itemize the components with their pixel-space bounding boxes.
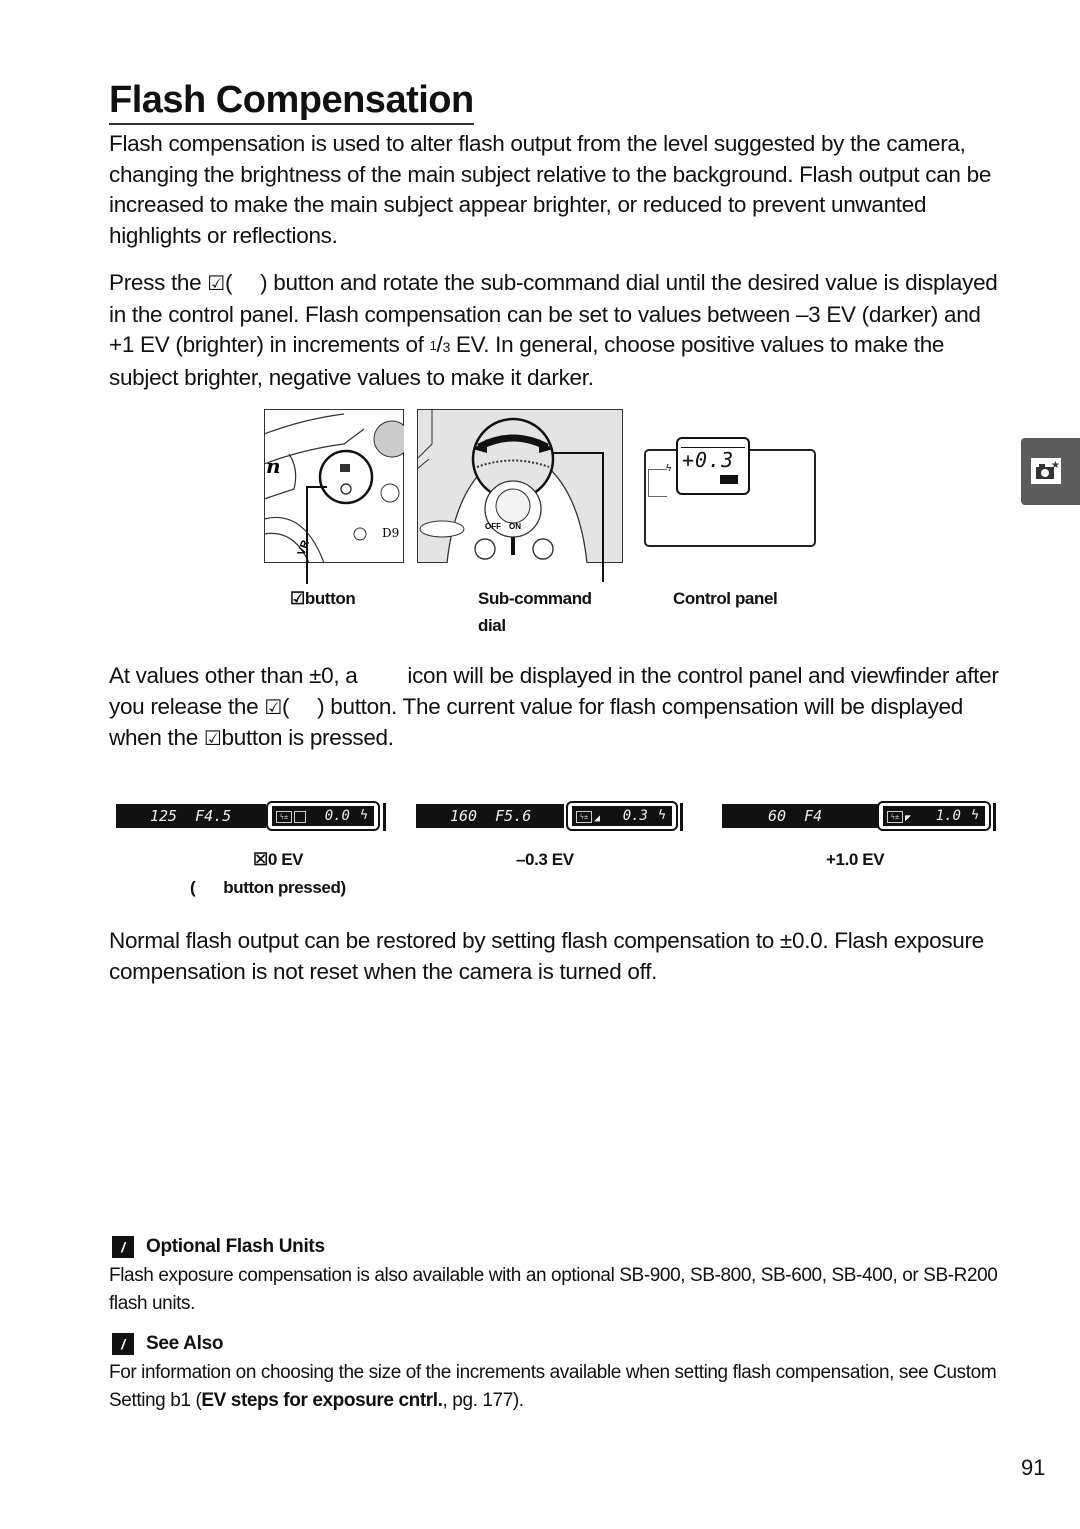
- comp-value: 0.0: [324, 808, 350, 824]
- camera-shooting-icon: ★: [1031, 458, 1061, 484]
- svg-text:D9: D9: [382, 526, 399, 540]
- example-label-1: –0.3 EV: [516, 850, 574, 869]
- note-heading-optional-flash: / Optional Flash Units: [112, 1236, 325, 1258]
- flash-ready-icon: ϟ: [971, 808, 979, 823]
- instructions-paragraph: Press the ☑() button and rotate the sub-…: [109, 270, 998, 391]
- text-run: button is pressed.: [221, 725, 395, 751]
- viewfinder-example-1: 160 F5.6 ϟ± ◢ 0.3 ϟ: [416, 801, 686, 831]
- viewfinder-example-2: 60 F4 ϟ± ◤ 1.0 ϟ: [722, 801, 997, 831]
- note-title: See Also: [146, 1333, 224, 1354]
- aperture: F4: [804, 807, 823, 825]
- intro-paragraph: Flash compensation is used to alter flas…: [109, 131, 992, 249]
- control-panel-highlight: +0.3: [676, 437, 750, 495]
- text-run: (: [190, 878, 196, 897]
- custom-setting-reference[interactable]: EV steps for exposure cntrl.: [201, 1390, 443, 1411]
- comp-value: 0.3: [622, 808, 648, 824]
- svg-text:★: ★: [1051, 460, 1060, 471]
- note-body-see-also: For information on choosing the size of …: [109, 1359, 1019, 1415]
- flash-ready-icon: ϟ: [658, 808, 666, 823]
- note-title: Optional Flash Units: [146, 1236, 325, 1257]
- note-body-optional-flash: Flash exposure compensation is also avai…: [109, 1265, 998, 1314]
- button-leader-line: [306, 486, 327, 584]
- flash-comp-button-icon: ☑: [264, 696, 282, 719]
- svg-text:OFF: OFF: [485, 522, 501, 531]
- exposure-comp-icon: [294, 811, 306, 823]
- dial-leader-line: [552, 452, 604, 582]
- flash-comp-button-icon: ☑: [290, 589, 305, 608]
- camera-button-illustration: n D9 VR: [263, 409, 411, 564]
- aperture: F5.6: [495, 807, 532, 825]
- plus-indicator-icon: ◤: [905, 813, 912, 824]
- viewfinder-example-0: 125 F4.5 ϟ± 0.0 ϟ: [116, 801, 386, 831]
- caption-line: dial: [478, 616, 506, 635]
- svg-text:ON: ON: [509, 522, 521, 531]
- aperture: F4.5: [195, 807, 232, 825]
- flash-comp-button-icon: ☑: [207, 273, 225, 295]
- fraction-numerator: 1: [429, 338, 437, 354]
- camera-body-drawing: n D9 VR: [263, 409, 411, 564]
- flash-comp-button-icon: ☑: [203, 728, 222, 751]
- flash-comp-icon: ϟ±: [276, 811, 292, 823]
- text-run: , pg. 177).: [442, 1390, 525, 1411]
- dial-caption: Sub-command dial: [478, 585, 592, 639]
- shutter-speed: 125: [150, 807, 178, 825]
- text-run: (: [281, 693, 290, 719]
- button-caption: ☑button: [290, 585, 356, 612]
- note-heading-see-also: / See Also: [112, 1333, 223, 1355]
- flash-ready-icon: ϟ: [360, 808, 368, 823]
- shutter-speed: 160: [450, 807, 478, 825]
- flash-comp-icon: ϟ±: [887, 811, 903, 823]
- text-run: Press the: [109, 270, 208, 295]
- restore-paragraph: Normal flash output can be restored by s…: [109, 928, 984, 984]
- text-run: (: [224, 270, 233, 295]
- text-run: button pressed): [223, 878, 346, 897]
- caption-text: button: [304, 589, 356, 608]
- minus-indicator-icon: ◢: [594, 813, 601, 824]
- caption-line: Sub-command: [478, 589, 592, 608]
- pencil-note-icon: /: [112, 1333, 134, 1355]
- page-title: Flash Compensation: [109, 78, 474, 125]
- pencil-note-icon: /: [112, 1236, 134, 1258]
- control-panel-value: +0.3: [682, 448, 735, 472]
- camera-glyph: ★: [1036, 460, 1060, 479]
- flash-comp-indicator-icon: [720, 475, 738, 484]
- flash-comp-icon: ϟ±: [576, 811, 592, 823]
- values-paragraph: At values other than ±0, a icon will be …: [109, 661, 1009, 755]
- example-label-0: ☒0 EV: [253, 850, 304, 869]
- panel-caption: Control panel: [673, 589, 778, 608]
- example-sublabel-0: ( button pressed): [190, 874, 346, 901]
- control-panel-illustration: ϟ +0.3: [642, 437, 816, 547]
- example-label-2: +1.0 EV: [826, 850, 885, 869]
- svg-text:n: n: [266, 454, 281, 478]
- page-number: 91: [1021, 1455, 1046, 1480]
- fraction-denominator: 3: [442, 339, 450, 356]
- shutter-speed: 60: [768, 807, 787, 825]
- chapter-side-tab[interactable]: ★: [1021, 438, 1080, 505]
- comp-value: 1.0: [935, 808, 961, 824]
- text-run: At values other than ±0, a: [109, 663, 364, 688]
